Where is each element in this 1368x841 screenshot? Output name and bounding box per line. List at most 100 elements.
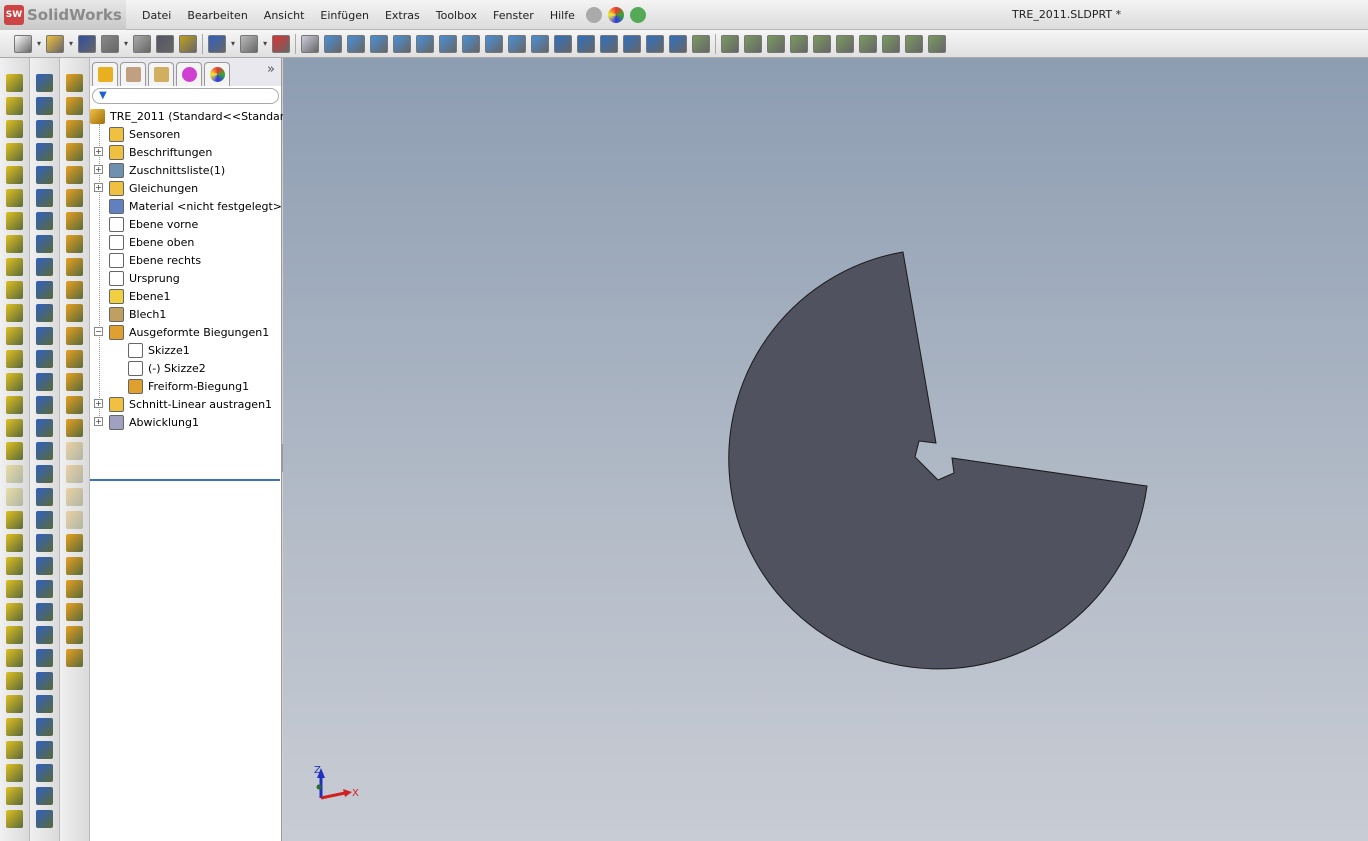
display-manager-tab[interactable]	[204, 62, 230, 86]
show-hidden-icon[interactable]	[882, 34, 901, 53]
feature-tool-icon[interactable]	[66, 97, 83, 115]
tree-item[interactable]: Ebene rechts	[109, 251, 201, 269]
view-dimetric-icon[interactable]	[508, 34, 527, 53]
view-bottom-icon[interactable]	[439, 34, 458, 53]
feature-tool-icon[interactable]	[66, 304, 83, 322]
feature-tool-icon[interactable]	[66, 488, 83, 506]
menu-einfgen[interactable]: Einfügen	[312, 9, 377, 22]
feature-tool-icon[interactable]	[6, 235, 23, 253]
tree-filter-input[interactable]: ▼	[92, 88, 279, 104]
expand-toggle[interactable]: +	[94, 399, 103, 408]
tree-item[interactable]: Material <nicht festgelegt>	[109, 197, 282, 215]
feature-tool-icon[interactable]	[66, 350, 83, 368]
tree-item[interactable]: Schnitt-Linear austragen1	[109, 395, 272, 413]
feature-tool-icon[interactable]	[6, 741, 23, 759]
print-preview-icon[interactable]	[133, 34, 152, 53]
open-icon[interactable]	[46, 34, 65, 53]
feature-tool-icon[interactable]	[66, 557, 83, 575]
sketch-relations-icon[interactable]	[744, 34, 763, 53]
feature-tool-icon[interactable]	[66, 327, 83, 345]
part-flat-pattern[interactable]	[728, 251, 1148, 670]
feature-tool-icon[interactable]	[6, 281, 23, 299]
sketch-tool-icon[interactable]	[36, 212, 53, 230]
feature-tool-icon[interactable]	[6, 488, 23, 506]
sketch-tool-icon[interactable]	[36, 442, 53, 460]
sketch-tool-icon[interactable]	[36, 488, 53, 506]
sketch-tool-icon[interactable]	[36, 327, 53, 345]
expand-toggle[interactable]: +	[94, 417, 103, 426]
solidworks-logo[interactable]: SW SolidWorks	[0, 0, 126, 30]
sketch-tool-icon[interactable]	[36, 764, 53, 782]
view-back-icon[interactable]	[347, 34, 366, 53]
feature-tool-icon[interactable]	[66, 465, 83, 483]
dropdown-arrow-icon[interactable]: ▾	[37, 39, 41, 48]
print-icon[interactable]	[101, 34, 120, 53]
shadows-icon[interactable]	[905, 34, 924, 53]
new-document-icon[interactable]	[14, 34, 32, 53]
tree-item[interactable]: Skizze1	[128, 341, 190, 359]
feature-tool-icon[interactable]	[6, 97, 23, 115]
shaded-icon[interactable]	[623, 34, 642, 53]
dropdown-arrow-icon[interactable]: ▾	[69, 39, 73, 48]
tree-item[interactable]: (-) Skizze2	[128, 359, 206, 377]
dropdown-arrow-icon[interactable]: ▾	[263, 39, 267, 48]
feature-tool-icon[interactable]	[6, 212, 23, 230]
feature-tool-icon[interactable]	[6, 396, 23, 414]
feature-tool-icon[interactable]	[6, 580, 23, 598]
feature-tool-icon[interactable]	[66, 511, 83, 529]
sketch-tool-icon[interactable]	[36, 74, 53, 92]
feature-tool-icon[interactable]	[6, 626, 23, 644]
sketch-tool-icon[interactable]	[36, 626, 53, 644]
sketch-tool-icon[interactable]	[36, 695, 53, 713]
sketch-tool-icon[interactable]	[36, 787, 53, 805]
sketch-tool-icon[interactable]	[36, 189, 53, 207]
feature-tool-icon[interactable]	[6, 189, 23, 207]
tree-item[interactable]: Ursprung	[109, 269, 180, 287]
feature-tool-icon[interactable]	[6, 764, 23, 782]
configurationmanager-tab[interactable]	[148, 62, 174, 86]
feature-tool-icon[interactable]	[66, 534, 83, 552]
propertymanager-tab[interactable]	[120, 62, 146, 86]
feature-tool-icon[interactable]	[66, 166, 83, 184]
mate-icon[interactable]	[790, 34, 809, 53]
sketch-tool-icon[interactable]	[36, 143, 53, 161]
tree-item[interactable]: Ebene oben	[109, 233, 194, 251]
feature-tool-icon[interactable]	[66, 580, 83, 598]
sketch-tool-icon[interactable]	[36, 741, 53, 759]
snap-icon[interactable]	[767, 34, 786, 53]
feature-tool-icon[interactable]	[6, 258, 23, 276]
undo-icon[interactable]	[208, 34, 227, 53]
feature-tool-icon[interactable]	[66, 649, 83, 667]
sketch-tool-icon[interactable]	[36, 672, 53, 690]
menu-bearbeiten[interactable]: Bearbeiten	[179, 9, 255, 22]
expand-tabs-button[interactable]: »	[267, 62, 275, 86]
sketch-tool-icon[interactable]	[36, 810, 53, 828]
select-icon[interactable]	[301, 34, 320, 53]
menu-datei[interactable]: Datei	[134, 9, 179, 22]
feature-tool-icon[interactable]	[6, 166, 23, 184]
feature-tool-icon[interactable]	[6, 373, 23, 391]
view-right-icon[interactable]	[393, 34, 412, 53]
tree-item[interactable]: Ebene vorne	[109, 215, 198, 233]
feature-tool-icon[interactable]	[66, 189, 83, 207]
feature-tool-icon[interactable]	[66, 74, 83, 92]
tree-item[interactable]: Gleichungen	[109, 179, 198, 197]
feature-tool-icon[interactable]	[6, 810, 23, 828]
move-component-icon[interactable]	[836, 34, 855, 53]
feature-tool-icon[interactable]	[66, 143, 83, 161]
single-view-icon[interactable]	[554, 34, 573, 53]
menu-extras[interactable]: Extras	[377, 9, 428, 22]
feature-tool-icon[interactable]	[6, 695, 23, 713]
menu-ansicht[interactable]: Ansicht	[256, 9, 313, 22]
tree-item[interactable]: Blech1	[109, 305, 166, 323]
sketch-tool-icon[interactable]	[36, 281, 53, 299]
tree-item[interactable]: Ausgeformte Biegungen1	[109, 323, 269, 341]
feature-tool-icon[interactable]	[66, 603, 83, 621]
tree-item[interactable]: Ebene1	[109, 287, 170, 305]
feature-tool-icon[interactable]	[6, 120, 23, 138]
feature-tool-icon[interactable]	[6, 603, 23, 621]
sketch-tool-icon[interactable]	[36, 396, 53, 414]
feature-tool-icon[interactable]	[6, 465, 23, 483]
sketch-tool-icon[interactable]	[36, 235, 53, 253]
feature-tool-icon[interactable]	[66, 396, 83, 414]
